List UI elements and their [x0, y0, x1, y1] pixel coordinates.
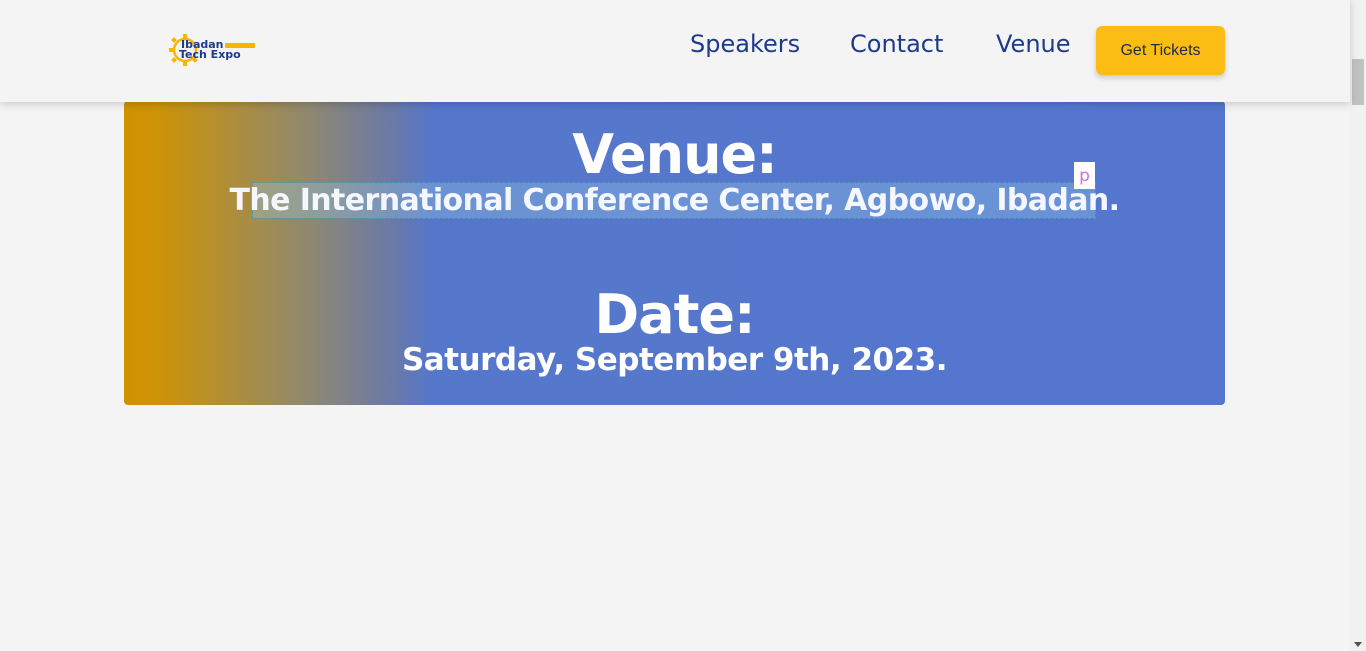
scrollbar-thumb[interactable] [1352, 59, 1364, 105]
nav-link-speakers[interactable]: Speakers [690, 30, 800, 58]
page-scrollbar[interactable] [1350, 0, 1366, 651]
get-tickets-button[interactable]: Get Tickets [1096, 26, 1225, 75]
date-heading: Date: [594, 283, 755, 346]
venue-date-banner: Venue: Date: Saturday, September 9th, 20… [124, 101, 1225, 405]
site-logo[interactable]: Ibadan Tech Expo [167, 32, 259, 68]
date-text: Saturday, September 9th, 2023. [401, 342, 948, 378]
gear-logo-icon: Ibadan Tech Expo [169, 34, 255, 66]
element-inspector-badge: p [1074, 162, 1095, 189]
nav-link-contact[interactable]: Contact [850, 30, 943, 58]
venue-address-text: The International Conference Center, Agb… [229, 183, 1121, 218]
top-navbar: Ibadan Tech Expo Speakers Contact Venue … [0, 0, 1350, 102]
venue-heading: Venue: [572, 123, 778, 186]
scroll-down-arrow-icon[interactable] [1354, 642, 1362, 647]
svg-text:Tech Expo: Tech Expo [179, 48, 241, 61]
nav-link-venue[interactable]: Venue [996, 30, 1071, 58]
